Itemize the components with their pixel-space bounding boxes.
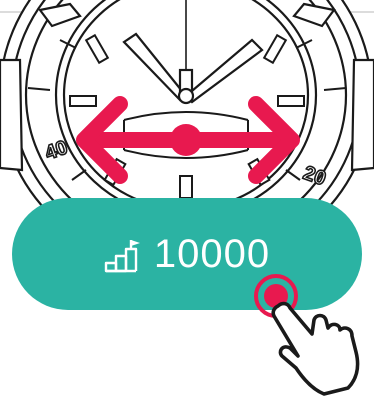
step-goal-value: 10000: [153, 231, 271, 276]
steps-goal-icon: [104, 240, 140, 273]
tutorial-screen: 40 20 10000: [0, 0, 374, 397]
hand-pointer-icon: [254, 274, 360, 396]
watch-face-illustration: 40 20: [0, 0, 374, 230]
